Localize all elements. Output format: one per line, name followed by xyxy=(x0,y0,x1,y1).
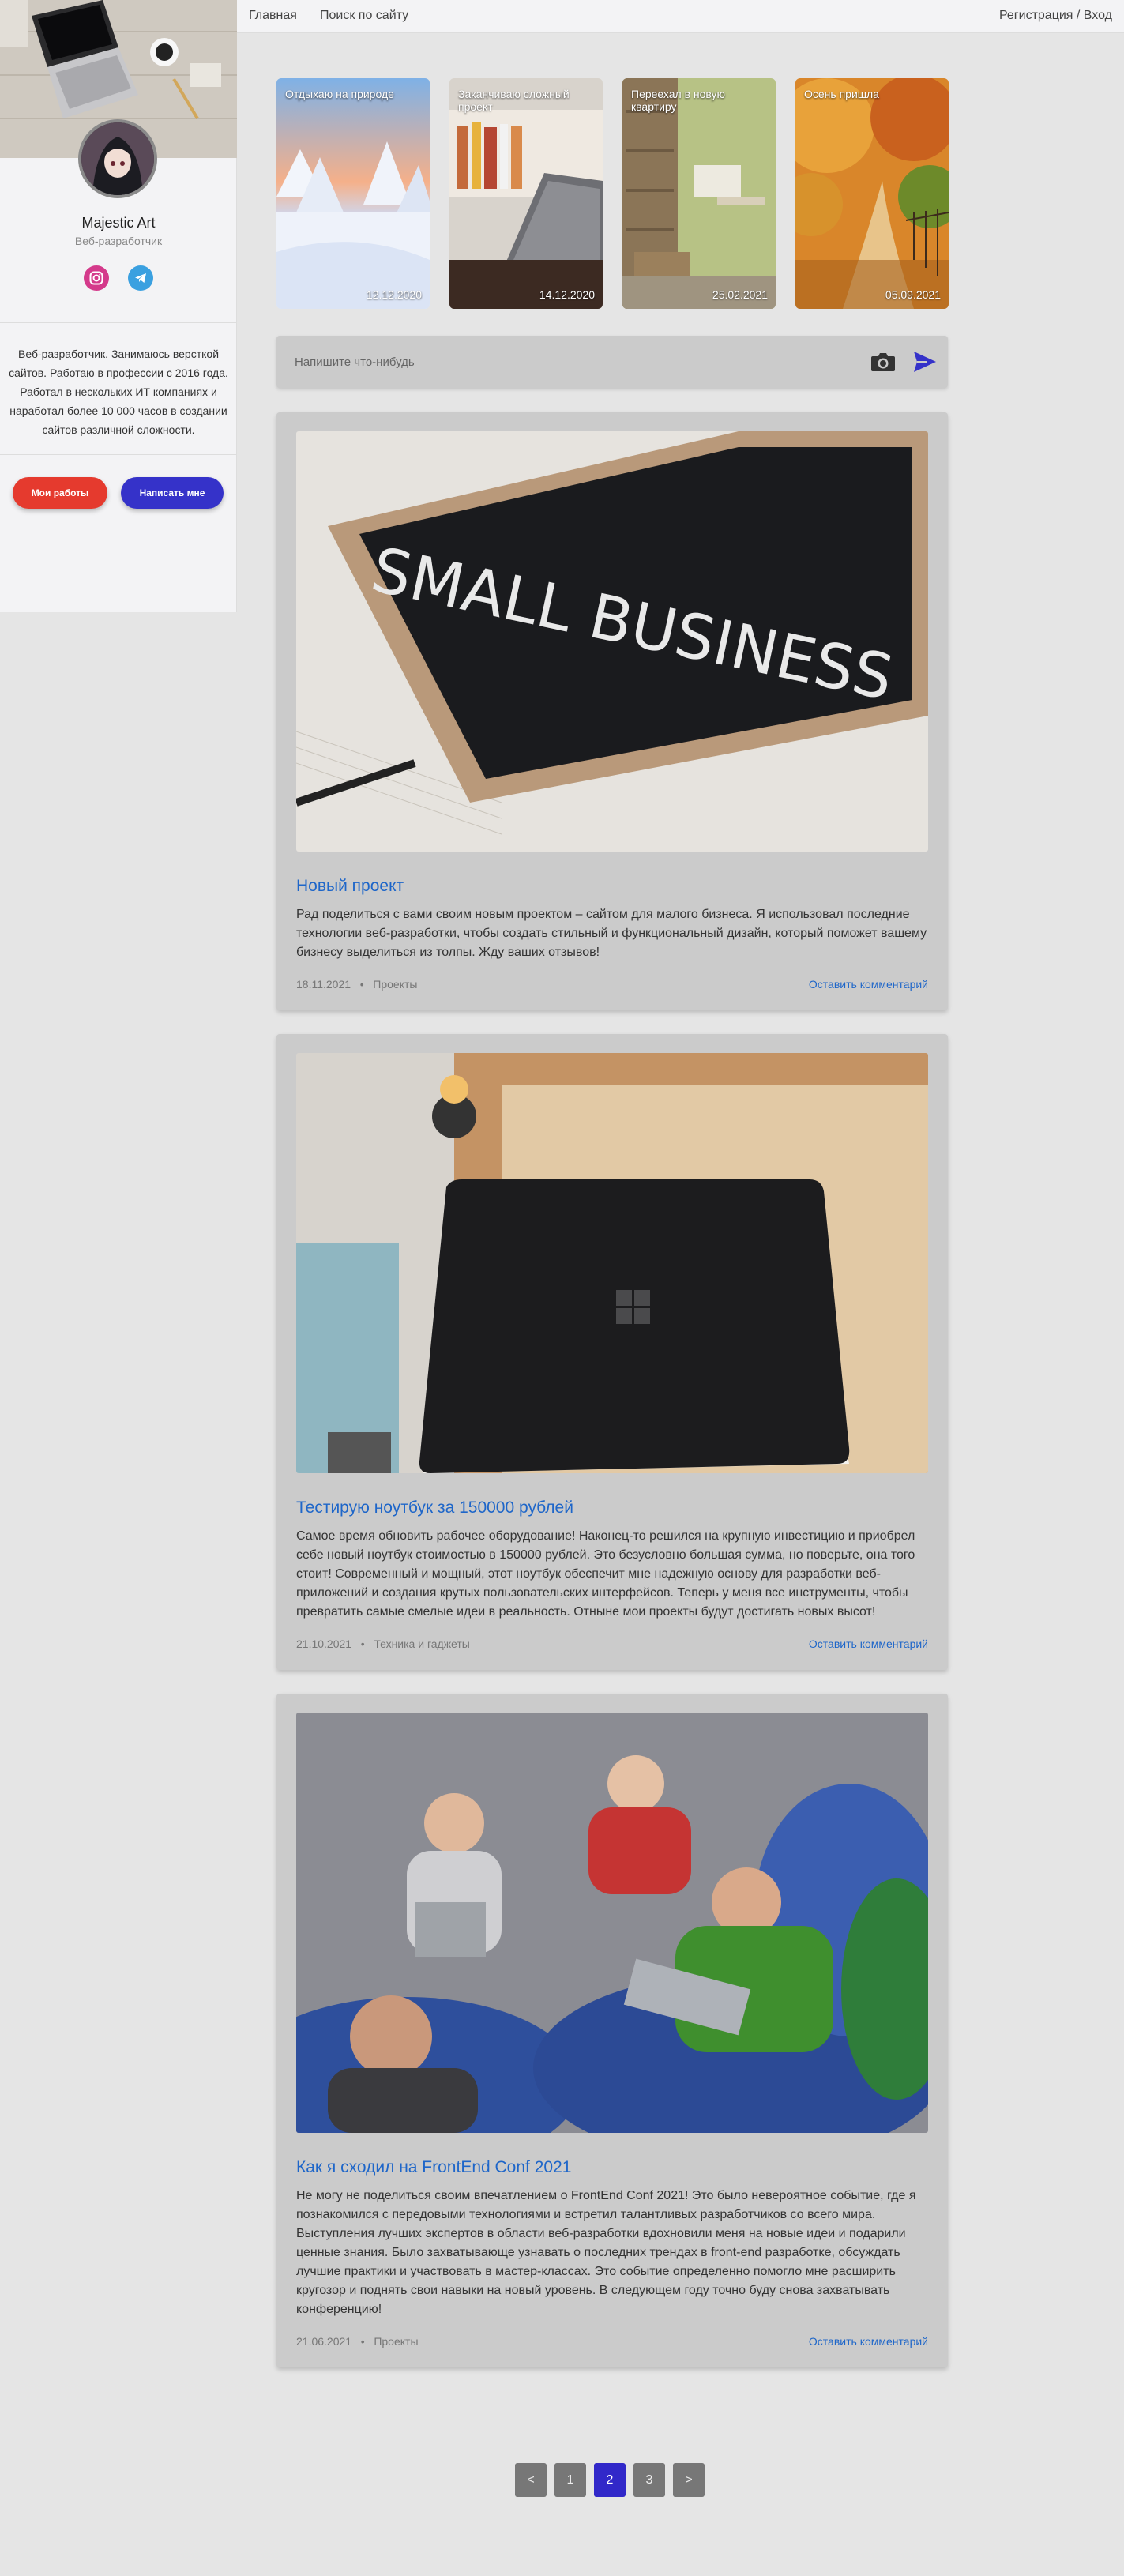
divider xyxy=(0,454,237,455)
post-card: SMALL BUSINESS Новый проект Рад поделить… xyxy=(276,412,948,1010)
top-navigation: Главная Поиск по сайту Регистрация / Вхо… xyxy=(237,0,1124,33)
divider xyxy=(0,322,237,323)
instagram-icon[interactable] xyxy=(84,265,109,291)
leave-comment-link[interactable]: Оставить комментарий xyxy=(809,2335,928,2348)
story-card[interactable]: Отдыхаю на природе 12.12.2020 xyxy=(276,78,430,309)
story-title: Заканчиваю сложный проект xyxy=(458,88,570,113)
social-links xyxy=(0,265,237,291)
nav-auth-link[interactable]: Регистрация / Вход xyxy=(999,9,1112,23)
post-card: Тестирую ноутбук за 150000 рублей Самое … xyxy=(276,1034,948,1670)
post-text: Рад поделиться с вами своим новым проект… xyxy=(296,908,927,959)
post-date: 21.10.2021 xyxy=(296,1638,352,1650)
profile-bio: Веб-разработчик. Занимаюсь версткой сайт… xyxy=(9,348,228,436)
post-title[interactable]: Новый проект xyxy=(296,877,404,896)
pagination-prev-button[interactable]: < xyxy=(515,2463,547,2497)
pagination-page-2[interactable]: 2 xyxy=(594,2463,626,2497)
profile-role: Веб-разработчик xyxy=(74,235,163,247)
leave-comment-link[interactable]: Оставить комментарий xyxy=(809,978,928,991)
pagination-next-button[interactable]: > xyxy=(673,2463,705,2497)
pagination: < 1 2 3 > xyxy=(515,2463,705,2497)
post-category[interactable]: Проекты xyxy=(373,978,417,991)
post-image: SMALL BUSINESS xyxy=(296,431,928,852)
contact-me-button[interactable]: Написать мне xyxy=(121,477,224,509)
story-date: 14.12.2020 xyxy=(539,288,595,301)
post-category[interactable]: Техника и гаджеты xyxy=(374,1638,470,1650)
post-title[interactable]: Тестирую ноутбук за 150000 рублей xyxy=(296,1499,573,1517)
nav-home-link[interactable]: Главная xyxy=(249,9,297,23)
story-title: Осень пришла xyxy=(804,88,879,100)
post-date: 21.06.2021 xyxy=(296,2335,352,2348)
post-meta: 21.10.2021 • Техника и гаджеты xyxy=(296,1638,470,1650)
pagination-page-3[interactable]: 3 xyxy=(633,2463,665,2497)
post-text: Не могу не поделиться своим впечатлением… xyxy=(296,2189,916,2316)
nav-search-link[interactable]: Поиск по сайту xyxy=(320,9,408,23)
avatar[interactable] xyxy=(78,119,157,198)
story-card[interactable]: Заканчиваю сложный проект 14.12.2020 xyxy=(449,78,603,309)
profile-sidebar: Majestic Art Веб-разработчик Веб-разрабо… xyxy=(0,0,237,612)
post-composer xyxy=(276,336,948,388)
camera-icon[interactable] xyxy=(870,352,896,376)
post-image xyxy=(296,1053,928,1473)
send-icon[interactable] xyxy=(913,351,937,377)
post-title[interactable]: Как я сходил на FrontEnd Conf 2021 xyxy=(296,2158,571,2177)
post-text: Самое время обновить рабочее оборудовани… xyxy=(296,1529,915,1619)
pagination-page-1[interactable]: 1 xyxy=(554,2463,586,2497)
story-card[interactable]: Осень пришла 05.09.2021 xyxy=(795,78,949,309)
story-title: Переехал в новую квартиру xyxy=(631,88,726,113)
story-card[interactable]: Переехал в новую квартиру 25.02.2021 xyxy=(622,78,776,309)
leave-comment-link[interactable]: Оставить комментарий xyxy=(809,1638,928,1650)
telegram-icon[interactable] xyxy=(128,265,153,291)
profile-name: Majestic Art xyxy=(81,215,156,231)
post-card: Как я сходил на FrontEnd Conf 2021 Не мо… xyxy=(276,1694,948,2367)
meta-separator: • xyxy=(360,2335,365,2348)
post-meta: 18.11.2021 • Проекты xyxy=(296,978,417,991)
post-category[interactable]: Проекты xyxy=(374,2335,418,2348)
story-title: Отдыхаю на природе xyxy=(285,88,394,100)
post-meta: 21.06.2021 • Проекты xyxy=(296,2335,419,2348)
my-works-button[interactable]: Мои работы xyxy=(13,477,107,509)
meta-separator: • xyxy=(360,1638,365,1650)
meta-separator: • xyxy=(359,978,364,991)
post-image xyxy=(296,1713,928,2133)
post-date: 18.11.2021 xyxy=(296,978,351,991)
story-date: 05.09.2021 xyxy=(885,288,941,301)
post-input[interactable] xyxy=(295,353,848,370)
story-date: 25.02.2021 xyxy=(712,288,768,301)
story-date: 12.12.2020 xyxy=(366,288,422,301)
